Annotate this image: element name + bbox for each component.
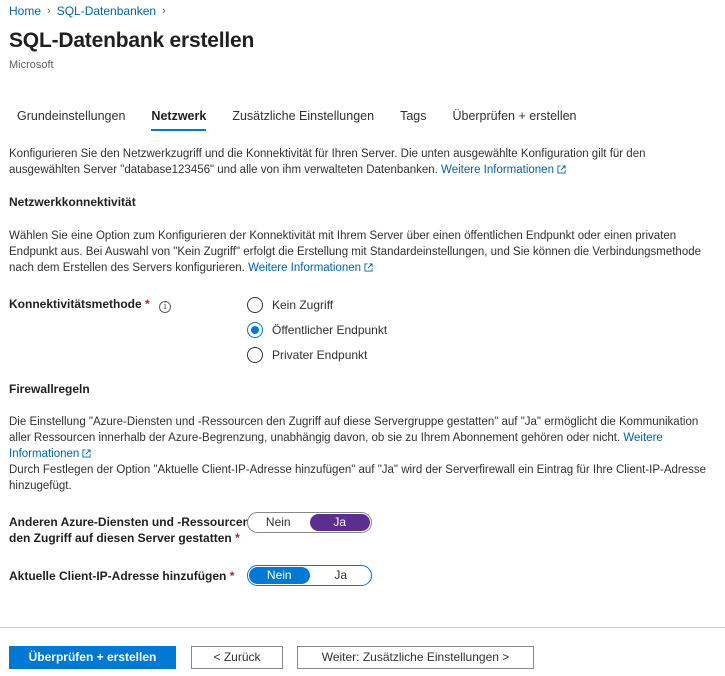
- connectivity-learn-more-link[interactable]: Weitere Informationen: [248, 262, 373, 274]
- section-title-firewallregeln: Firewallregeln: [9, 382, 90, 396]
- firewall-ip-text: Durch Festlegen der Option "Aktuelle Cli…: [9, 464, 707, 492]
- firewall-text: Die Einstellung "Azure-Diensten und -Res…: [9, 416, 699, 444]
- breadcrumb-home-link[interactable]: Home: [9, 4, 41, 18]
- tab-tags[interactable]: Tags: [391, 109, 435, 129]
- info-icon[interactable]: i: [159, 301, 172, 313]
- radio-label: Kein Zugriff: [272, 297, 334, 312]
- radio-label: Privater Endpunkt: [272, 347, 368, 362]
- required-indicator: *: [235, 531, 240, 545]
- review-create-button[interactable]: Überprüfen + erstellen: [9, 646, 176, 669]
- tab-bar: Grundeinstellungen Netzwerk Zusätzliche …: [8, 109, 594, 131]
- radio-privater-endpunkt[interactable]: Privater Endpunkt: [247, 342, 387, 367]
- tab-grundeinstellungen[interactable]: Grundeinstellungen: [8, 109, 134, 129]
- toggle-option-ja[interactable]: Ja: [311, 566, 372, 585]
- page-subtitle: Microsoft: [9, 59, 54, 71]
- external-link-icon: [82, 449, 91, 458]
- connectivity-description: Wählen Sie eine Option zum Konfigurieren…: [9, 228, 714, 276]
- radio-label: Öffentlicher Endpunkt: [272, 322, 388, 337]
- add-client-ip-toggle[interactable]: Nein Ja: [247, 565, 372, 586]
- toggle-option-ja[interactable]: Ja: [309, 514, 370, 531]
- radio-circle[interactable]: [247, 346, 263, 363]
- toggle-option-nein[interactable]: Nein: [249, 567, 310, 584]
- radio-oeffentlicher-endpunkt[interactable]: Öffentlicher Endpunkt: [247, 317, 387, 342]
- breadcrumb: Home › SQL-Datenbanken ›: [9, 4, 166, 18]
- external-link-icon: [364, 263, 373, 272]
- radio-circle[interactable]: [247, 321, 263, 338]
- allow-azure-services-toggle[interactable]: Nein Ja: [247, 512, 372, 533]
- footer-divider: [0, 627, 725, 628]
- firewall-description: Die Einstellung "Azure-Diensten und -Res…: [9, 414, 714, 494]
- breadcrumb-sql-databases-link[interactable]: SQL-Datenbanken: [57, 4, 156, 18]
- external-link-icon: [557, 165, 566, 174]
- tab-netzwerk[interactable]: Netzwerk: [142, 109, 215, 131]
- next-additional-settings-button[interactable]: Weiter: Zusätzliche Einstellungen >: [297, 646, 534, 669]
- connectivity-method-radio-group: Kein Zugriff Öffentlicher Endpunkt Priva…: [247, 292, 387, 367]
- required-indicator: *: [145, 297, 150, 311]
- intro-learn-more-link[interactable]: Weitere Informationen: [441, 164, 566, 176]
- intro-description: Konfigurieren Sie den Netzwerkzugriff un…: [9, 146, 714, 178]
- radio-circle[interactable]: [247, 296, 263, 313]
- radio-kein-zugriff[interactable]: Kein Zugriff: [247, 292, 387, 317]
- back-button[interactable]: < Zurück: [191, 646, 283, 669]
- connectivity-method-label: Konnektivitätsmethode * i: [9, 296, 172, 313]
- toggle-option-nein[interactable]: Nein: [248, 513, 309, 532]
- tab-zusaetzliche-einstellungen[interactable]: Zusätzliche Einstellungen: [223, 109, 383, 129]
- required-indicator: *: [229, 569, 235, 583]
- chevron-right-icon: ›: [162, 5, 166, 17]
- add-client-ip-label: Aktuelle Client-IP-Adresse hinzufügen *: [9, 569, 235, 583]
- tab-ueberpruefen-erstellen[interactable]: Überprüfen + erstellen: [443, 109, 585, 129]
- page-title: SQL-Datenbank erstellen: [9, 29, 255, 52]
- allow-azure-services-label: Anderen Azure-Diensten und -Ressourcen d…: [9, 515, 250, 545]
- section-title-netzwerkkonnektivitaet: Netzwerkkonnektivität: [9, 195, 136, 209]
- chevron-right-icon: ›: [47, 5, 51, 17]
